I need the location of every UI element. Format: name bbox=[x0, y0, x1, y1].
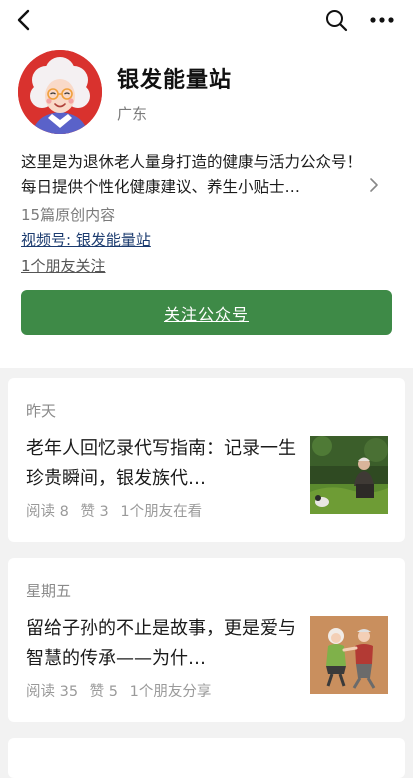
account-profile: 银发能量站 广东 这里是为退休老人量身打造的健康与活力公众号！每日提供个性化健康… bbox=[0, 0, 413, 368]
search-icon bbox=[326, 10, 348, 32]
article-thumbnail[interactable] bbox=[310, 436, 388, 514]
article-card[interactable] bbox=[8, 738, 405, 778]
article-stats: 阅读 35 赞 5 1个朋友分享 bbox=[26, 680, 218, 701]
back-button[interactable] bbox=[8, 4, 40, 36]
friend-activity: 1个朋友在看 bbox=[120, 504, 203, 520]
video-channel-link[interactable]: 视频号: 银发能量站 bbox=[21, 229, 151, 250]
friend-activity: 1个朋友分享 bbox=[129, 684, 212, 700]
top-nav-bar bbox=[0, 0, 413, 40]
like-count: 赞 5 bbox=[89, 684, 119, 700]
grandma-avatar-icon bbox=[18, 50, 102, 134]
dancing-elderly-couple-image bbox=[310, 616, 388, 694]
article-title[interactable]: 老年人回忆录代写指南：记录一生珍贵瞬间，银发族代… bbox=[26, 434, 298, 494]
account-region: 广东 bbox=[117, 105, 148, 123]
article-thumbnail[interactable] bbox=[310, 616, 388, 694]
article-stats: 阅读 8 赞 3 1个朋友在看 bbox=[26, 500, 209, 521]
read-count: 阅读 8 bbox=[26, 504, 69, 520]
more-button[interactable] bbox=[366, 4, 398, 36]
like-count: 赞 3 bbox=[80, 504, 109, 520]
account-name: 银发能量站 bbox=[117, 68, 233, 93]
friends-following-link[interactable]: 1个朋友关注 bbox=[21, 255, 106, 276]
chevron-right-icon[interactable] bbox=[368, 177, 380, 193]
follow-button[interactable]: 关注公众号 bbox=[21, 290, 392, 335]
read-count: 阅读 35 bbox=[26, 684, 79, 700]
elderly-woman-outdoors-image bbox=[310, 436, 388, 514]
account-description[interactable]: 这里是为退休老人量身打造的健康与活力公众号！每日提供个性化健康建议、养生小贴士… bbox=[21, 150, 373, 200]
article-card[interactable]: 昨天 老年人回忆录代写指南：记录一生珍贵瞬间，银发族代… 阅读 8 赞 3 1个… bbox=[8, 378, 405, 542]
article-title[interactable]: 留给子孙的不止是故事，更是爱与智慧的传承——为什… bbox=[26, 614, 298, 674]
more-icon bbox=[370, 17, 394, 23]
account-avatar[interactable] bbox=[18, 50, 102, 134]
original-count: 15篇原创内容 bbox=[21, 206, 116, 224]
article-card[interactable]: 星期五 留给子孙的不止是故事，更是爱与智慧的传承——为什… 阅读 35 赞 5 … bbox=[8, 558, 405, 722]
article-date: 昨天 bbox=[26, 402, 57, 420]
search-button[interactable] bbox=[320, 4, 352, 36]
back-arrow-icon bbox=[17, 9, 30, 31]
article-date: 星期五 bbox=[26, 582, 72, 600]
